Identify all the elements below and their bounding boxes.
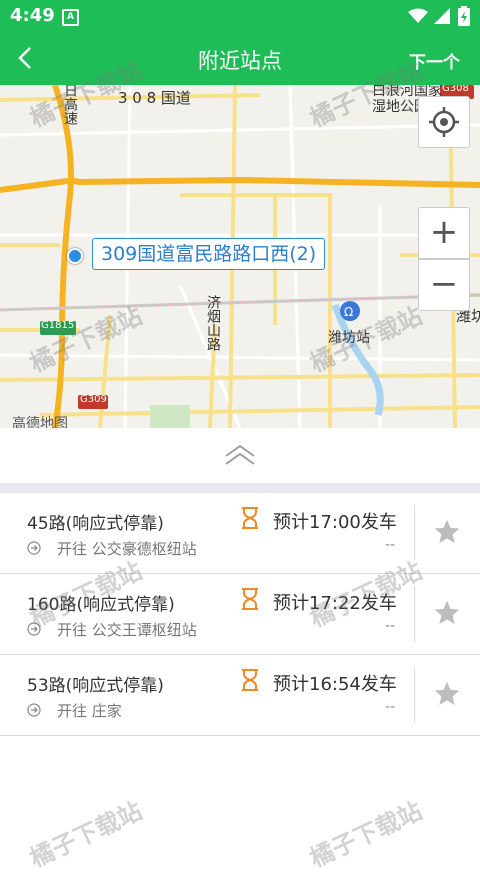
departure-time: 预计16:54发车	[273, 674, 397, 695]
distance-placeholder: --	[385, 699, 396, 715]
route-destination: 开往 公交豪德枢纽站	[57, 540, 197, 558]
status-time: 4:49	[10, 5, 55, 26]
map-label-highway: 日高速	[62, 85, 78, 125]
battery-icon	[458, 6, 470, 26]
route-name: 45路(响应式停靠)	[27, 514, 164, 534]
signal-icon	[434, 8, 450, 24]
station-name-label[interactable]: 309国道富民路路口西(2)	[92, 238, 326, 270]
map-label-g309: G309	[80, 394, 107, 405]
map-view[interactable]: Ω 日高速 3 0 8 国道 白浪河国家湿地公园 G308 济烟山路 潍坊站 G…	[0, 85, 480, 428]
row-separator	[414, 505, 415, 561]
star-icon[interactable]	[433, 599, 461, 627]
map-brand: 高德地图	[12, 416, 68, 428]
route-destination: 开往 公交王谭枢纽站	[57, 621, 197, 639]
wifi-icon	[408, 8, 428, 23]
page-title: 附近站点	[198, 49, 282, 73]
svg-text:Ω: Ω	[344, 305, 353, 319]
zoom-out-button[interactable]: −	[418, 259, 470, 311]
locate-icon	[429, 107, 459, 137]
hourglass-icon	[242, 588, 258, 610]
row-separator	[414, 586, 415, 642]
watermark: 橘子下载站	[305, 796, 427, 873]
route-name: 53路(响应式停靠)	[27, 676, 164, 696]
arrow-circle-icon	[27, 703, 41, 717]
next-button[interactable]: 下一个	[409, 48, 460, 73]
arrow-circle-icon	[27, 541, 41, 555]
section-divider	[0, 483, 480, 493]
row-separator	[414, 667, 415, 723]
locate-button[interactable]	[418, 96, 470, 148]
watermark: 橘子下载站	[25, 796, 147, 873]
map-label-g1815: G1815	[41, 320, 75, 331]
route-name: 160路(响应式停靠)	[27, 595, 175, 615]
star-icon[interactable]	[433, 680, 461, 708]
hourglass-icon	[242, 507, 258, 529]
bus-list-item[interactable]: 160路(响应式停靠) 开往 公交王谭枢纽站 预计17:22发车 --	[0, 574, 480, 655]
bus-list-item[interactable]: 45路(响应式停靠) 开往 公交豪德枢纽站 预计17:00发车 --	[0, 493, 480, 574]
distance-placeholder: --	[385, 618, 396, 634]
minus-icon: −	[429, 264, 459, 304]
map-label-weifang-station: 潍坊站	[328, 330, 370, 346]
map-label-road-308: 3 0 8 国道	[118, 89, 191, 107]
plus-icon: +	[429, 212, 459, 252]
hourglass-icon	[242, 669, 258, 691]
status-bar: 4:49 A	[0, 0, 480, 32]
route-destination: 开往 庄家	[57, 702, 122, 720]
departure-time: 预计17:00发车	[273, 512, 397, 533]
bus-list: 45路(响应式停靠) 开往 公交豪德枢纽站 预计17:00发车 -- 160路(…	[0, 493, 480, 736]
map-label-g308: G308	[442, 85, 469, 94]
arrow-circle-icon	[27, 622, 41, 636]
station-marker[interactable]	[67, 248, 83, 264]
bus-list-item[interactable]: 53路(响应式停靠) 开往 庄家 预计16:54发车 --	[0, 655, 480, 736]
departure-time: 预计17:22发车	[273, 593, 397, 614]
map-label-jiyan-road: 济烟山路	[205, 295, 221, 351]
chevron-up-icon	[225, 444, 255, 465]
notification-icon: A	[62, 9, 79, 26]
distance-placeholder: --	[385, 537, 396, 553]
panel-drag-handle[interactable]	[0, 428, 480, 483]
app-bar: 附近站点 下一个	[0, 32, 480, 85]
zoom-in-button[interactable]: +	[418, 207, 470, 259]
star-icon[interactable]	[433, 518, 461, 546]
